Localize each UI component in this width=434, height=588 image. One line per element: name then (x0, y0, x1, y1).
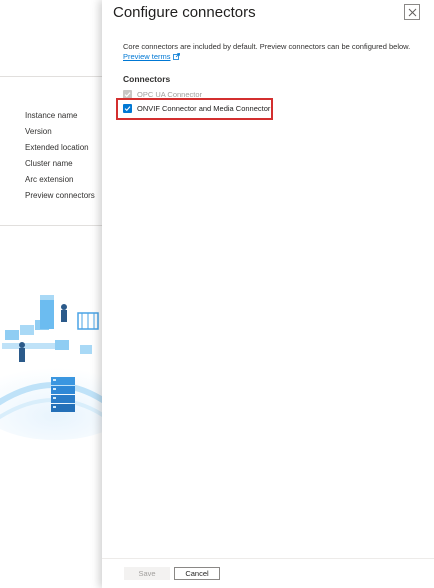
label-cluster-name: Cluster name (25, 159, 73, 168)
label-extended-location: Extended location (25, 143, 89, 152)
close-icon (408, 8, 416, 16)
preview-terms-label: Preview terms (123, 52, 171, 61)
divider (0, 225, 102, 226)
background-page: Instance name Version Extended location … (0, 0, 102, 588)
label-instance-name: Instance name (25, 111, 78, 120)
external-link-icon (172, 53, 180, 60)
highlight-box (116, 98, 273, 120)
label-arc-extension: Arc extension (25, 175, 74, 184)
instance-details-list: Instance name Version Extended location … (25, 111, 95, 207)
panel-title: Configure connectors (113, 4, 256, 21)
configure-connectors-panel: Configure connectors Core connectors are… (102, 0, 434, 588)
save-button[interactable]: Save (124, 567, 170, 580)
footer-divider (102, 558, 434, 559)
close-button[interactable] (404, 4, 420, 20)
label-version: Version (25, 127, 52, 136)
checkmark-icon (124, 92, 131, 98)
divider (0, 76, 102, 77)
intro-text: Core connectors are included by default.… (123, 42, 411, 51)
factory-illustration (0, 295, 102, 440)
cancel-button[interactable]: Cancel (174, 567, 220, 580)
label-preview-connectors: Preview connectors (25, 191, 95, 200)
connectors-heading: Connectors (123, 74, 171, 84)
preview-terms-link[interactable]: Preview terms (123, 52, 180, 61)
